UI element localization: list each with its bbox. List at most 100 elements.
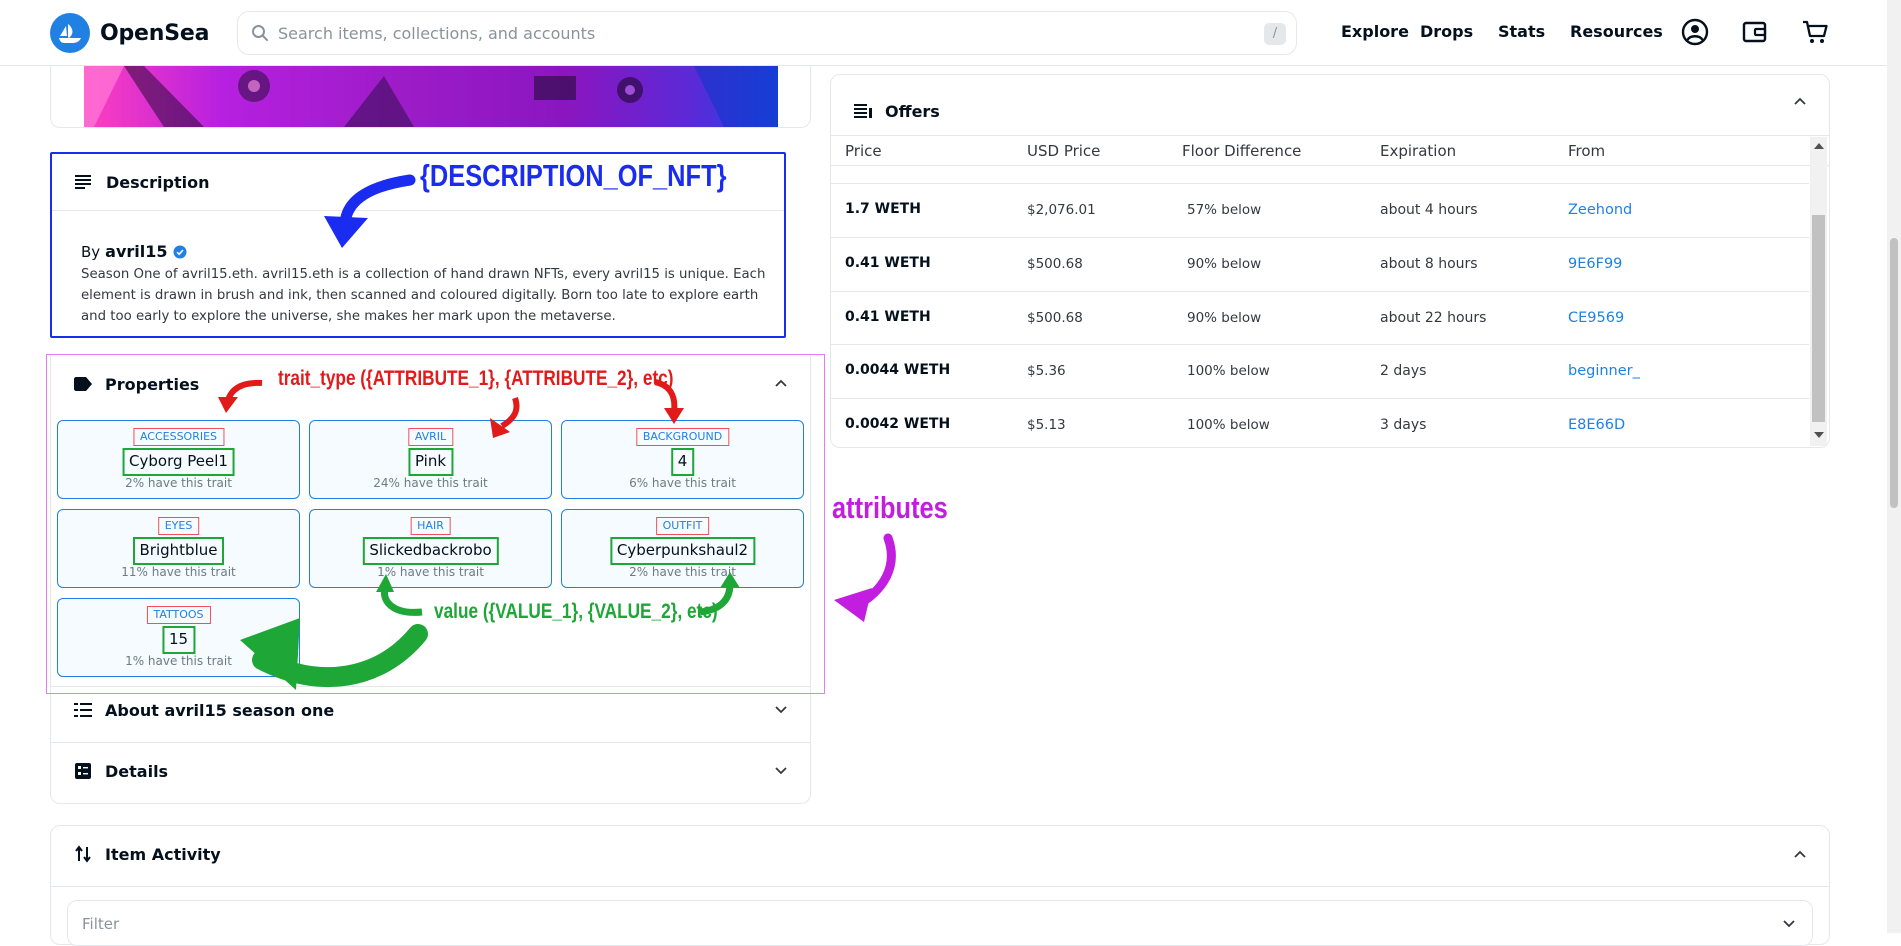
trait-card[interactable]: OUTFIT Cyberpunkshaul2 2% have this trai… <box>561 509 804 588</box>
annotation-value-label: value ({VALUE_1}, {VALUE_2}, etc) <box>434 600 718 623</box>
account-icon[interactable] <box>1679 16 1711 48</box>
offer-row[interactable]: 1.7 WETH $2,076.01 57% below about 4 hou… <box>831 183 1809 237</box>
offer-expiration: about 8 hours <box>1380 256 1478 272</box>
offer-from-link[interactable]: beginner_ <box>1568 363 1640 379</box>
annotation-arrow-purple-icon <box>851 533 896 611</box>
trait-type: HAIR <box>410 517 451 535</box>
offer-usd-price: $5.13 <box>1027 417 1066 433</box>
offer-floor-difference: 100% below <box>1187 417 1270 433</box>
nft-image[interactable] <box>84 66 778 127</box>
search-bar[interactable]: Search items, collections, and accounts … <box>237 11 1297 55</box>
trait-type: OUTFIT <box>655 517 710 535</box>
offer-price: 1.7 WETH <box>845 201 921 217</box>
chevron-up-icon[interactable] <box>1793 849 1807 859</box>
offer-floor-difference: 100% below <box>1187 363 1270 379</box>
offer-from-link[interactable]: CE9569 <box>1568 310 1624 326</box>
trait-card[interactable]: ACCESSORIES Cyborg Peel1 2% have this tr… <box>57 420 300 499</box>
chevron-down-icon[interactable] <box>774 705 788 715</box>
trait-rarity: 2% have this trait <box>629 565 736 579</box>
offer-from-link[interactable]: 9E6F99 <box>1568 256 1622 272</box>
trait-rarity: 24% have this trait <box>373 476 488 490</box>
text-lines-icon <box>74 172 94 192</box>
scroll-down-arrow-icon[interactable] <box>1814 432 1824 438</box>
chevron-up-icon[interactable] <box>1793 96 1807 106</box>
divider <box>831 135 1829 136</box>
offer-expiration: 3 days <box>1380 417 1427 433</box>
list-icon <box>853 101 873 121</box>
search-icon <box>252 25 268 41</box>
trait-card[interactable]: HAIR Slickedbackrobo 1% have this trait <box>309 509 552 588</box>
offer-price: 0.0042 WETH <box>845 416 951 432</box>
offer-expiration: 2 days <box>1380 363 1427 379</box>
offers-scrollbar[interactable] <box>1810 137 1827 446</box>
creator-line: By avril15 <box>81 242 187 261</box>
divider <box>52 210 784 211</box>
swap-arrows-icon <box>73 844 93 864</box>
trait-rarity: 11% have this trait <box>121 565 236 579</box>
offer-expiration: about 22 hours <box>1380 310 1487 326</box>
trait-value: Cyborg Peel1 <box>122 448 235 476</box>
offer-price: 0.41 WETH <box>845 309 931 325</box>
trait-value: Slickedbackrobo <box>362 537 499 565</box>
opensea-logo[interactable]: OpenSea <box>50 13 209 53</box>
column-header-expiration: Expiration <box>1380 142 1457 160</box>
trait-card[interactable]: EYES Brightblue 11% have this trait <box>57 509 300 588</box>
scroll-up-arrow-icon[interactable] <box>1814 143 1824 149</box>
chevron-down-icon[interactable] <box>774 766 788 776</box>
nav-drops[interactable]: Drops <box>1420 22 1473 41</box>
offer-usd-price: $500.68 <box>1027 256 1083 272</box>
offer-row[interactable]: 0.0044 WETH $5.36 100% below 2 days begi… <box>831 344 1809 398</box>
offer-floor-difference: 90% below <box>1187 256 1262 272</box>
item-activity-header[interactable]: Item Activity <box>73 844 221 864</box>
trait-type: ACCESSORIES <box>132 428 225 446</box>
trait-rarity: 1% have this trait <box>125 654 232 668</box>
offers-scrollbar-thumb[interactable] <box>1812 215 1825 422</box>
divider <box>51 742 810 743</box>
offer-usd-price: $500.68 <box>1027 310 1083 326</box>
trait-card[interactable]: TATTOOS 15 1% have this trait <box>57 598 300 677</box>
brand-name: OpenSea <box>100 20 210 46</box>
trait-rarity: 1% have this trait <box>377 565 484 579</box>
chevron-down-icon <box>1783 920 1795 928</box>
about-collection-header[interactable]: About avril15 season one <box>73 700 334 720</box>
annotation-trait-type-label: trait_type ({ATTRIBUTE_1}, {ATTRIBUTE_2}… <box>278 367 674 390</box>
trait-value: 15 <box>161 626 196 654</box>
offer-from-link[interactable]: E8E66D <box>1568 417 1625 433</box>
search-placeholder: Search items, collections, and accounts <box>278 23 596 43</box>
page-scrollbar[interactable] <box>1887 0 1901 933</box>
trait-rarity: 6% have this trait <box>629 476 736 490</box>
trait-type: TATTOOS <box>146 606 211 624</box>
verified-badge-icon <box>173 245 187 258</box>
offer-usd-price: $2,076.01 <box>1027 202 1096 218</box>
page-scrollbar-thumb[interactable] <box>1890 238 1898 508</box>
trait-value: 4 <box>670 448 695 476</box>
creator-link[interactable]: avril15 <box>105 242 167 261</box>
offer-from-link[interactable]: Zeehond <box>1568 202 1632 218</box>
wallet-icon[interactable] <box>1739 16 1771 48</box>
offers-title: Offers <box>885 101 940 121</box>
opensea-ship-icon <box>50 13 90 53</box>
column-header-floor-difference: Floor Difference <box>1182 142 1302 160</box>
nav-resources[interactable]: Resources <box>1570 22 1663 41</box>
offer-row[interactable]: 0.41 WETH $500.68 90% below about 22 hou… <box>831 291 1809 345</box>
column-header-usd-price: USD Price <box>1027 142 1101 160</box>
filter-dropdown[interactable]: Filter <box>67 900 1813 946</box>
filter-placeholder: Filter <box>82 915 120 933</box>
list-detail-icon <box>73 700 93 720</box>
description-header[interactable]: Description <box>74 172 209 192</box>
offer-price: 0.0044 WETH <box>845 362 951 378</box>
nav-explore[interactable]: Explore <box>1341 22 1409 41</box>
trait-card[interactable]: AVRIL Pink 24% have this trait <box>309 420 552 499</box>
top-navigation-bar: OpenSea Search items, collections, and a… <box>0 0 1887 66</box>
cart-icon[interactable] <box>1799 16 1831 48</box>
trait-rarity: 2% have this trait <box>125 476 232 490</box>
trait-card[interactable]: BACKGROUND 4 6% have this trait <box>561 420 804 499</box>
offer-row[interactable]: 0.41 WETH $500.68 90% below about 8 hour… <box>831 237 1809 291</box>
details-header[interactable]: Details <box>73 761 168 781</box>
nav-stats[interactable]: Stats <box>1498 22 1545 41</box>
offer-row[interactable]: 0.0042 WETH $5.13 100% below 3 days E8E6… <box>831 398 1809 452</box>
offer-floor-difference: 57% below <box>1187 202 1262 218</box>
offers-header[interactable]: Offers <box>853 101 940 121</box>
offer-expiration: about 4 hours <box>1380 202 1478 218</box>
search-shortcut-key: / <box>1264 23 1286 45</box>
